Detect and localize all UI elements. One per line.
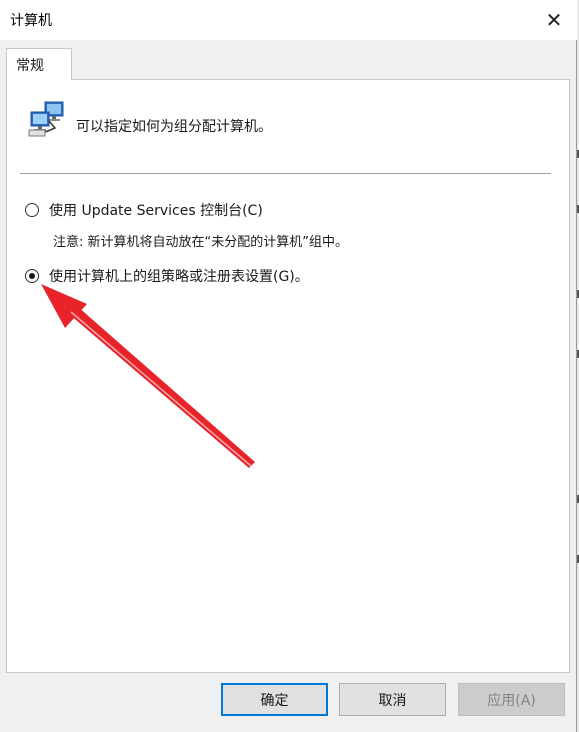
option-group-policy-label: 使用计算机上的组策略或注册表设置(G)。: [49, 269, 309, 285]
ok-button[interactable]: 确定: [221, 683, 328, 716]
option-group-policy[interactable]: 使用计算机上的组策略或注册表设置(G)。: [25, 266, 309, 286]
tab-panel: 可以指定如何为组分配计算机。 使用 Update Services 控制台(C)…: [6, 79, 570, 673]
red-arrow-annotation: [41, 284, 255, 468]
cancel-button[interactable]: 取消: [339, 683, 446, 716]
tab-label: 常规: [16, 57, 44, 74]
note-text: 注意: 新计算机将自动放在“未分配的计算机”组中。: [53, 235, 348, 250]
radio-group-policy[interactable]: [25, 269, 39, 283]
apply-button[interactable]: 应用(A): [458, 683, 565, 716]
dialog-window: 计算机 ✕ 常规 可以指定如何为组分配计算机。 使用 Update Servic…: [0, 0, 577, 732]
title-bar: 计算机 ✕: [0, 0, 577, 40]
option-update-services[interactable]: 使用 Update Services 控制台(C): [25, 200, 263, 220]
network-computers-icon: [28, 101, 64, 137]
option-update-services-label: 使用 Update Services 控制台(C): [49, 203, 263, 219]
close-icon: ✕: [545, 8, 563, 32]
window-title: 计算机: [10, 13, 52, 29]
divider: [20, 173, 551, 174]
close-button[interactable]: ✕: [531, 0, 577, 40]
radio-update-services[interactable]: [25, 203, 39, 217]
tab-general[interactable]: 常规: [6, 48, 72, 80]
header-description: 可以指定如何为组分配计算机。: [76, 119, 272, 135]
